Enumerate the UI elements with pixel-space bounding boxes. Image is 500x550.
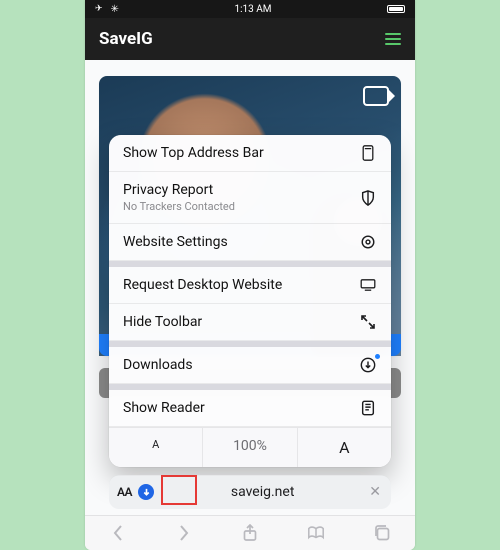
brand-title: SaveIG bbox=[99, 29, 153, 49]
shield-icon bbox=[359, 190, 377, 206]
menu-item-label: Request Desktop Website bbox=[123, 277, 282, 293]
bookmarks-button[interactable] bbox=[306, 523, 326, 543]
address-top-icon bbox=[359, 145, 377, 161]
browser-toolbar bbox=[85, 515, 415, 550]
reader-icon bbox=[359, 400, 377, 416]
menu-hide-toolbar[interactable]: Hide Toolbar bbox=[109, 304, 391, 341]
tabs-button[interactable] bbox=[372, 523, 392, 543]
menu-item-label: Show Reader bbox=[123, 400, 205, 416]
gear-icon bbox=[359, 234, 377, 250]
menu-show-top-address[interactable]: Show Top Address Bar bbox=[109, 135, 391, 172]
download-circle-icon bbox=[359, 357, 377, 373]
zoom-out-button[interactable]: A bbox=[109, 428, 202, 467]
share-button[interactable] bbox=[240, 523, 260, 543]
menu-item-sub: No Trackers Contacted bbox=[123, 200, 235, 213]
video-icon bbox=[363, 86, 389, 106]
url-bar[interactable]: AA saveig.net ✕ bbox=[109, 475, 391, 509]
menu-website-settings[interactable]: Website Settings bbox=[109, 224, 391, 261]
menu-downloads[interactable]: Downloads bbox=[109, 347, 391, 384]
status-bar: ✈ ✳ 1:13 AM bbox=[85, 0, 415, 18]
battery-icon bbox=[387, 5, 405, 13]
menu-request-desktop[interactable]: Request Desktop Website bbox=[109, 267, 391, 304]
menu-item-label: Downloads bbox=[123, 357, 193, 373]
download-indicator-icon[interactable] bbox=[138, 484, 154, 500]
expand-icon bbox=[359, 314, 377, 330]
zoom-in-button[interactable]: A bbox=[298, 428, 391, 467]
status-time: 1:13 AM bbox=[234, 4, 271, 15]
menu-show-reader[interactable]: Show Reader bbox=[109, 390, 391, 427]
zoom-row: A 100% A bbox=[109, 427, 391, 467]
menu-item-label: Website Settings bbox=[123, 234, 228, 250]
menu-item-label: Privacy Report bbox=[123, 182, 235, 198]
menu-privacy-report[interactable]: Privacy Report No Trackers Contacted bbox=[109, 172, 391, 224]
desktop-icon bbox=[359, 277, 377, 293]
menu-item-label: Show Top Address Bar bbox=[123, 145, 264, 161]
zoom-value[interactable]: 100% bbox=[202, 428, 297, 467]
site-header: SaveIG bbox=[85, 18, 415, 60]
clear-button[interactable]: ✕ bbox=[367, 484, 383, 500]
aa-menu-popover: Show Top Address Bar Privacy Report No T… bbox=[109, 135, 391, 467]
aa-button[interactable]: AA bbox=[117, 485, 132, 499]
menu-item-label: Hide Toolbar bbox=[123, 314, 202, 330]
phone-frame: ✈ ✳ 1:13 AM SaveIG Show Top Address B bbox=[85, 0, 415, 550]
menu-icon[interactable] bbox=[385, 33, 401, 45]
loading-icon: ✳ bbox=[111, 4, 119, 15]
back-button[interactable] bbox=[108, 523, 128, 543]
url-domain: saveig.net bbox=[158, 484, 367, 500]
airplane-icon: ✈ bbox=[95, 4, 103, 14]
forward-button[interactable] bbox=[174, 523, 194, 543]
